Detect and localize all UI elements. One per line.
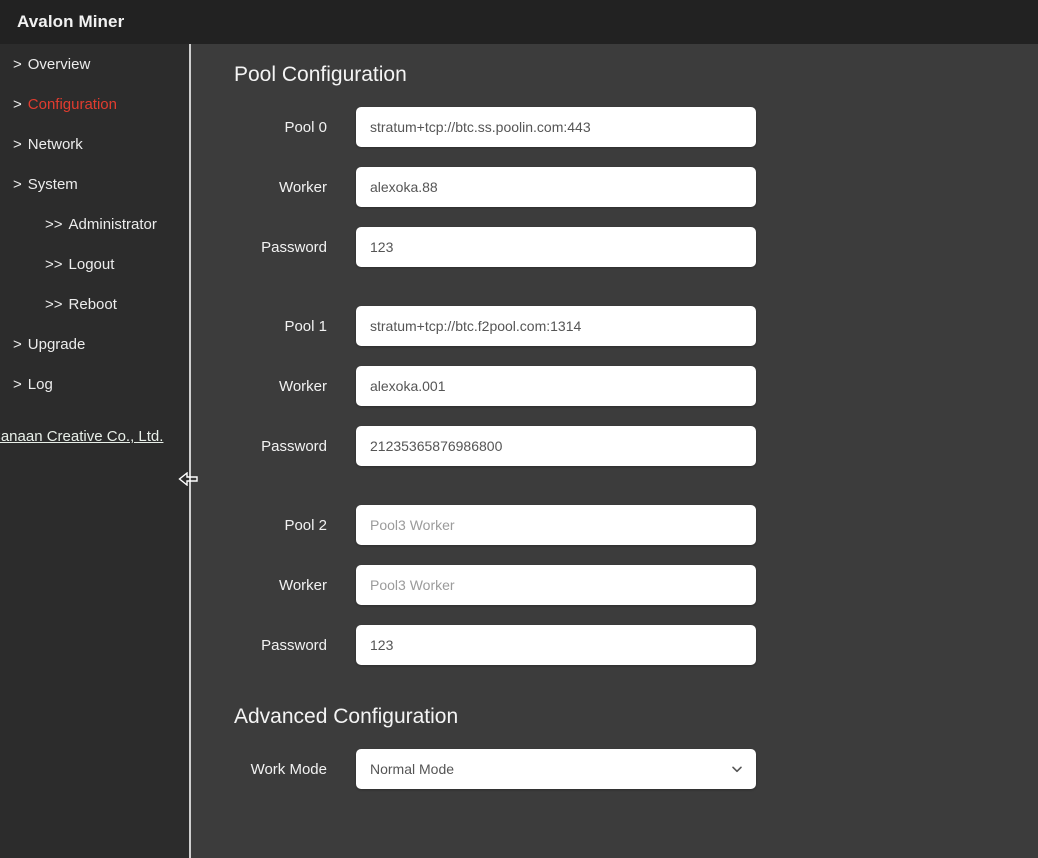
pool1-password-input[interactable]: 21235365876986800 [356, 426, 756, 466]
pool2-password-row: Password 123 [193, 625, 1038, 665]
pool2-password-input[interactable]: 123 [356, 625, 756, 665]
work-mode-row: Work Mode Normal Mode [193, 749, 1038, 789]
sidebar-item-administrator[interactable]: >> Administrator [0, 204, 189, 244]
pool0-url-label: Pool 0 [284, 118, 327, 136]
sidebar-item-label: Log [27, 375, 53, 393]
pool0-url-row: Pool 0 stratum+tcp://btc.ss.poolin.com:4… [193, 107, 1038, 147]
chevron-right-icon: > [13, 135, 22, 153]
chevron-double-right-icon: >> [45, 295, 63, 313]
sidebar-item-system[interactable]: > System [0, 164, 189, 204]
pool1-url-label: Pool 1 [284, 317, 327, 335]
sidebar-item-label: Administrator [68, 215, 157, 233]
chevron-right-icon: > [13, 55, 22, 73]
pool1-worker-row: Worker alexoka.001 [193, 366, 1038, 406]
pool1-url-row: Pool 1 stratum+tcp://btc.f2pool.com:1314 [193, 306, 1038, 346]
pool0-worker-row: Worker alexoka.88 [193, 167, 1038, 207]
app-title: Avalon Miner [17, 12, 125, 31]
pool0-password-label: Password [261, 238, 327, 256]
work-mode-selected-value: Normal Mode [370, 761, 455, 777]
pool1-worker-input[interactable]: alexoka.001 [356, 366, 756, 406]
pool2-worker-row: Worker Pool3 Worker [193, 565, 1038, 605]
work-mode-label: Work Mode [250, 760, 327, 778]
pool2-worker-input[interactable]: Pool3 Worker [356, 565, 756, 605]
sidebar-item-label: Configuration [27, 95, 117, 113]
sidebar-item-label: System [27, 175, 78, 193]
sidebar-collapse-button[interactable] [178, 468, 198, 490]
chevron-double-right-icon: >> [45, 215, 63, 233]
sidebar-item-label: Overview [27, 55, 91, 73]
pool2-url-label: Pool 2 [284, 516, 327, 534]
pool2-url-input[interactable]: Pool3 Worker [356, 505, 756, 545]
company-footer-link[interactable]: Canaan Creative Co., Ltd. [0, 428, 189, 445]
avalon-miner-app: Avalon Miner > Overview > Configuration … [0, 0, 1038, 858]
chevron-down-icon [732, 766, 742, 773]
sidebar-item-label: Reboot [68, 295, 117, 313]
sidebar-item-logout[interactable]: >> Logout [0, 244, 189, 284]
chevron-right-icon: > [13, 335, 22, 353]
left-arrow-icon [178, 472, 198, 486]
advanced-configuration-title: Advanced Configuration [234, 705, 459, 728]
sidebar-item-reboot[interactable]: >> Reboot [0, 284, 189, 324]
pool0-worker-input[interactable]: alexoka.88 [356, 167, 756, 207]
sidebar-item-overview[interactable]: > Overview [0, 44, 189, 84]
chevron-right-icon: > [13, 375, 22, 393]
sidebar-item-log[interactable]: > Log [0, 364, 189, 404]
pool1-worker-label: Worker [278, 377, 327, 395]
pool2-worker-label: Worker [278, 576, 327, 594]
page-title: Pool Configuration [234, 63, 407, 86]
pool1-url-input[interactable]: stratum+tcp://btc.f2pool.com:1314 [356, 306, 756, 346]
sidebar-nav: > Overview > Configuration > Network > S… [0, 44, 191, 858]
work-mode-select[interactable]: Normal Mode [356, 749, 756, 789]
pool0-password-row: Password 123 [193, 227, 1038, 267]
pool2-password-label: Password [261, 636, 327, 654]
pool1-password-row: Password 21235365876986800 [193, 426, 1038, 466]
main-content: Pool Configuration Pool 0 stratum+tcp://… [193, 44, 1038, 858]
sidebar-item-label: Logout [68, 255, 115, 273]
pool1-password-label: Password [261, 437, 327, 455]
sidebar-item-network[interactable]: > Network [0, 124, 189, 164]
sidebar-item-label: Upgrade [27, 335, 86, 353]
sidebar-item-upgrade[interactable]: > Upgrade [0, 324, 189, 364]
chevron-right-icon: > [13, 175, 22, 193]
pool0-password-input[interactable]: 123 [356, 227, 756, 267]
pool2-url-row: Pool 2 Pool3 Worker [193, 505, 1038, 545]
sidebar-item-label: Network [27, 135, 83, 153]
pool0-worker-label: Worker [278, 178, 327, 196]
chevron-double-right-icon: >> [45, 255, 63, 273]
sidebar-item-configuration[interactable]: > Configuration [0, 84, 189, 124]
chevron-right-icon: > [13, 95, 22, 113]
app-header: Avalon Miner [0, 0, 1038, 44]
pool0-url-input[interactable]: stratum+tcp://btc.ss.poolin.com:443 [356, 107, 756, 147]
